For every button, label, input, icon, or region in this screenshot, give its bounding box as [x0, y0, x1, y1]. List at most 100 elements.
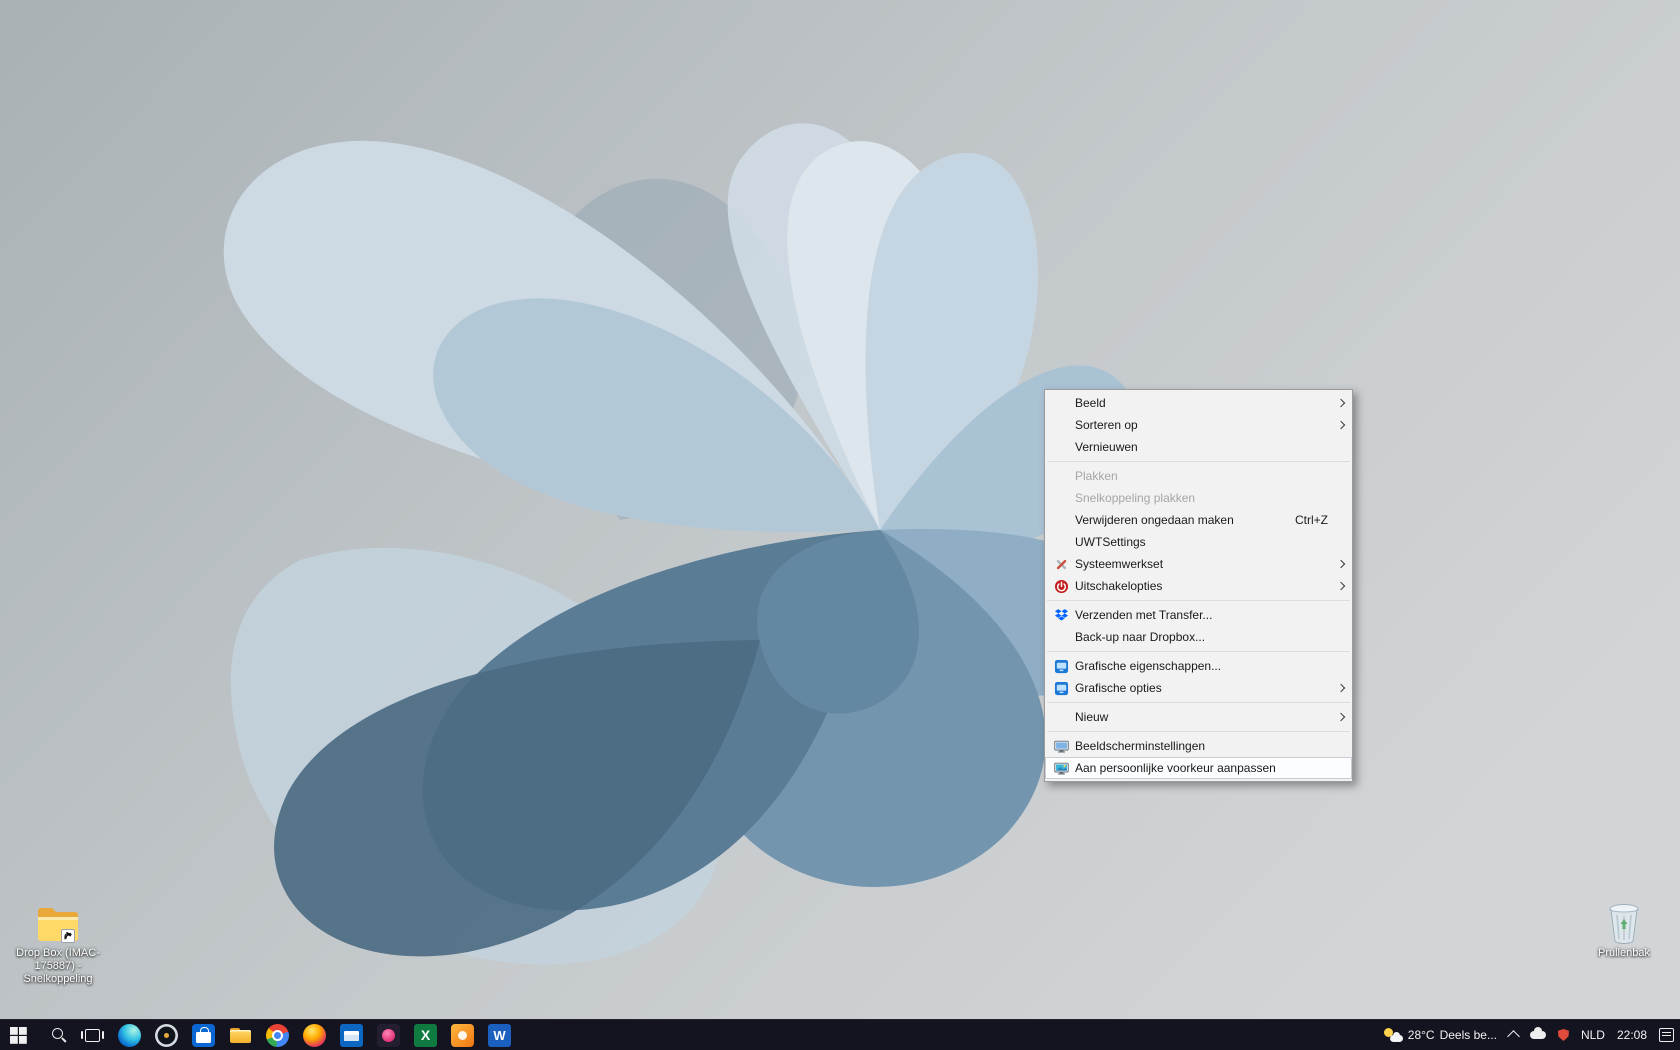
menu-item-verzenden-met-transfer[interactable]: Verzenden met Transfer...: [1045, 604, 1352, 626]
menu-item-snelkoppeling-plakken: Snelkoppeling plakken: [1045, 487, 1352, 509]
dropbox-transfer-icon: [1047, 606, 1075, 624]
menu-item-sorteren-op[interactable]: Sorteren op: [1045, 414, 1352, 436]
taskbar-app-utility[interactable]: [148, 1020, 185, 1050]
language-code: NLD: [1580, 1028, 1605, 1042]
intel-graphics-icon: [1047, 657, 1075, 675]
weather-condition: Deels be...: [1439, 1028, 1497, 1042]
submenu-arrow-icon: [1334, 714, 1350, 720]
recycle-bin-icon: [1605, 898, 1643, 944]
utility-icon: [155, 1023, 178, 1047]
explorer-icon: [229, 1024, 252, 1047]
taskbar-apps: [111, 1020, 518, 1050]
desktop-wallpaper[interactable]: [0, 0, 1680, 1050]
menu-item-nieuw[interactable]: Nieuw: [1045, 706, 1352, 728]
menu-item-grafische-eigenschappen[interactable]: Grafische eigenschappen...: [1045, 655, 1352, 677]
menu-item-label: Systeemwerkset: [1075, 557, 1164, 571]
submenu-arrow-icon: [1334, 685, 1350, 691]
submenu-arrow-icon: [1334, 561, 1350, 567]
system-tray: 28°C Deels be... NLD 22:08: [1378, 1020, 1680, 1050]
taskbar-app-firefox[interactable]: [296, 1020, 333, 1050]
weather-widget[interactable]: 28°C Deels be...: [1378, 1020, 1503, 1050]
taskbar-app-edge[interactable]: [111, 1020, 148, 1050]
desktop-icon-label: Prullenbak: [1598, 947, 1650, 959]
menu-item-systeemwerkset[interactable]: Systeemwerkset: [1045, 553, 1352, 575]
menu-item-label: UWTSettings: [1075, 535, 1146, 549]
orange-icon: [451, 1023, 474, 1047]
taskbar-app-outlook[interactable]: [333, 1020, 370, 1050]
menu-item-label: Back-up naar Dropbox...: [1075, 630, 1206, 644]
menu-item-plakken: Plakken: [1045, 465, 1352, 487]
search-button[interactable]: [37, 1020, 74, 1050]
start-button[interactable]: [0, 1020, 37, 1050]
bloom-wallpaper-art: [0, 0, 1680, 1050]
menu-item-uitschakelopties[interactable]: Uitschakelopties: [1045, 575, 1352, 597]
context-menu: Beeld Sorteren op Vernieuwen Plakken Snelkop…: [1044, 389, 1353, 782]
intel-graphics-icon: [1047, 679, 1075, 697]
clock[interactable]: 22:08: [1611, 1020, 1653, 1050]
menu-separator: [1047, 651, 1350, 652]
menu-item-vernieuwen[interactable]: Vernieuwen: [1045, 436, 1352, 458]
taskbar-app-orange[interactable]: [444, 1020, 481, 1050]
menu-icon-slot: [1047, 708, 1075, 726]
menu-item-uwtsettings[interactable]: UWTSettings: [1045, 531, 1352, 553]
menu-item-label: Grafische opties: [1075, 681, 1162, 695]
action-center-icon: [1659, 1028, 1674, 1042]
menu-separator: [1047, 600, 1350, 601]
menu-item-label: Verzenden met Transfer...: [1075, 608, 1213, 622]
menu-icon-slot: [1047, 394, 1075, 412]
taskbar-app-excel[interactable]: [407, 1020, 444, 1050]
menu-item-verwijderen-ongedaan-maken[interactable]: Verwijderen ongedaan maken Ctrl+Z: [1045, 509, 1352, 531]
taskbar-app-word[interactable]: [481, 1020, 518, 1050]
menu-item-back-up-naar-dropbox[interactable]: Back-up naar Dropbox...: [1045, 626, 1352, 648]
desktop: Drop Box (IMAC-175887) - Snelkoppeling P…: [0, 0, 1680, 1050]
clock-time: 22:08: [1616, 1028, 1647, 1042]
desktop-icon-recycle-bin[interactable]: Prullenbak: [1574, 898, 1674, 960]
media-icon: [377, 1023, 400, 1047]
desktop-icon-dropbox-shortcut[interactable]: Drop Box (IMAC-175887) - Snelkoppeling: [8, 898, 108, 986]
menu-separator: [1047, 731, 1350, 732]
menu-icon-slot: [1047, 489, 1075, 507]
menu-item-label: Snelkoppeling plakken: [1075, 491, 1196, 505]
menu-item-label: Grafische eigenschappen...: [1075, 659, 1222, 673]
chrome-icon: [266, 1023, 289, 1047]
store-icon: [192, 1023, 215, 1047]
menu-item-label: Sorteren op: [1075, 418, 1138, 432]
menu-item-label: Plakken: [1075, 469, 1118, 483]
menu-item-label: Beeldscherminstellingen: [1075, 739, 1206, 753]
onedrive-cloud-icon: [1529, 1027, 1546, 1039]
action-center-button[interactable]: [1653, 1020, 1680, 1050]
taskbar-app-chrome[interactable]: [259, 1020, 296, 1050]
menu-item-beeldscherminstellingen[interactable]: Beeldscherminstellingen: [1045, 735, 1352, 757]
menu-item-label: Nieuw: [1075, 710, 1109, 724]
onedrive-tray-button[interactable]: [1524, 1020, 1552, 1050]
taskbar: 28°C Deels be... NLD 22:08: [0, 1019, 1680, 1050]
security-tray-button[interactable]: [1552, 1020, 1575, 1050]
power-icon: [1047, 577, 1075, 595]
taskbar-app-store[interactable]: [185, 1020, 222, 1050]
menu-item-grafische-opties[interactable]: Grafische opties: [1045, 677, 1352, 699]
edge-icon: [118, 1023, 141, 1047]
menu-item-beeld[interactable]: Beeld: [1045, 392, 1352, 414]
partly-cloudy-icon: [1383, 1028, 1403, 1042]
display-settings-icon: [1047, 737, 1075, 755]
menu-icon-slot: [1047, 533, 1075, 551]
language-indicator[interactable]: NLD: [1575, 1020, 1611, 1050]
task-view-button[interactable]: [74, 1020, 111, 1050]
task-view-icon: [81, 1028, 104, 1042]
taskbar-app-explorer[interactable]: [222, 1020, 259, 1050]
systemtools-icon: [1047, 555, 1075, 573]
menu-item-label: Aan persoonlijke voorkeur aanpassen: [1075, 761, 1276, 775]
search-icon: [51, 1028, 63, 1039]
menu-item-aan-persoonlijke-voorkeur-aanpassen[interactable]: Aan persoonlijke voorkeur aanpassen: [1045, 757, 1352, 779]
taskbar-app-media[interactable]: [370, 1020, 407, 1050]
hidden-icons-button[interactable]: [1503, 1020, 1524, 1050]
menu-separator: [1047, 461, 1350, 462]
menu-item-label: Verwijderen ongedaan maken: [1075, 513, 1234, 527]
excel-icon: [414, 1023, 437, 1047]
menu-item-label: Beeld: [1075, 396, 1106, 410]
submenu-arrow-icon: [1334, 400, 1350, 406]
menu-icon-slot: [1047, 416, 1075, 434]
weather-temperature: 28°C: [1407, 1028, 1435, 1042]
personalization-icon: [1047, 759, 1075, 777]
shortcut-arrow-icon: [61, 929, 75, 943]
